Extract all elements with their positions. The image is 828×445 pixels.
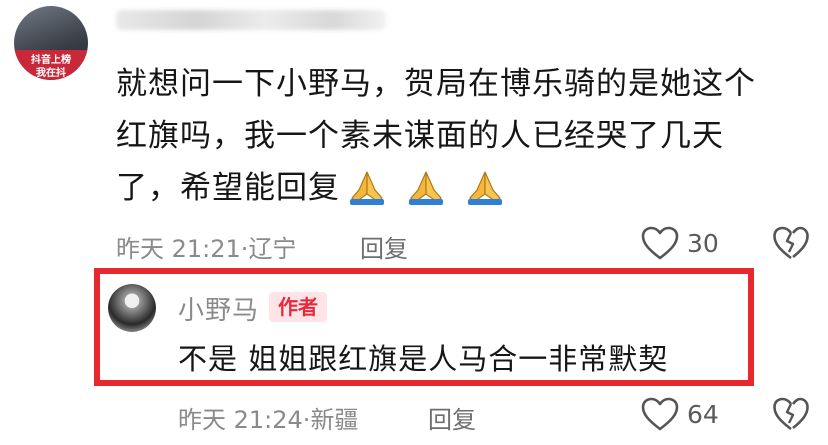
- reply-time: 昨天 21:24: [178, 406, 303, 434]
- comment-line: 就想问一下小野马，贺局在博乐骑的是她这个: [116, 66, 756, 102]
- comment-meta: 昨天 21:21·辽宁: [116, 229, 296, 264]
- broken-heart-icon[interactable]: [772, 396, 810, 432]
- reply-location: 新疆: [310, 406, 359, 434]
- reply-username[interactable]: 小野马: [178, 290, 259, 327]
- comment-line-with-emoji: 了，希望能回复: [116, 162, 796, 216]
- comment-time: 昨天 21:21: [116, 235, 241, 263]
- comment-reply-button[interactable]: 回复: [360, 229, 408, 264]
- author-badge: 作者: [269, 292, 327, 322]
- reply-avatar[interactable]: [108, 284, 156, 332]
- broken-heart-icon[interactable]: [772, 225, 810, 261]
- comment-location: 辽宁: [248, 235, 297, 263]
- reply-meta: 昨天 21:24·新疆: [178, 400, 358, 435]
- like-heart-icon[interactable]: [640, 225, 680, 261]
- reply-reply-button[interactable]: 回复: [428, 400, 476, 435]
- folded-hands-icon: [467, 171, 502, 205]
- comment-line: 红旗吗，我一个素未谋面的人已经哭了几天: [116, 118, 724, 154]
- reply-like-count: 64: [687, 400, 719, 429]
- avatar-text-top: 抖音上榜: [31, 55, 71, 66]
- folded-hands-icon: [408, 171, 443, 205]
- commenter-avatar[interactable]: 抖音上榜 我在抖: [14, 6, 88, 80]
- commenter-username-blurred[interactable]: [116, 10, 386, 30]
- like-heart-icon[interactable]: [640, 396, 680, 432]
- comment-body: 就想问一下小野马，贺局在博乐骑的是她这个 红旗吗，我一个素未谋面的人已经哭了几天…: [116, 58, 796, 216]
- emoji-row: [346, 164, 512, 216]
- reply-body: 不是 姐姐跟红旗是人马合一非常默契: [178, 342, 669, 376]
- comment-line: 了，希望能回复: [116, 170, 340, 206]
- avatar-text-bottom: 我在抖: [36, 68, 66, 79]
- folded-hands-icon: [350, 171, 384, 205]
- comment-like-count: 30: [687, 229, 719, 258]
